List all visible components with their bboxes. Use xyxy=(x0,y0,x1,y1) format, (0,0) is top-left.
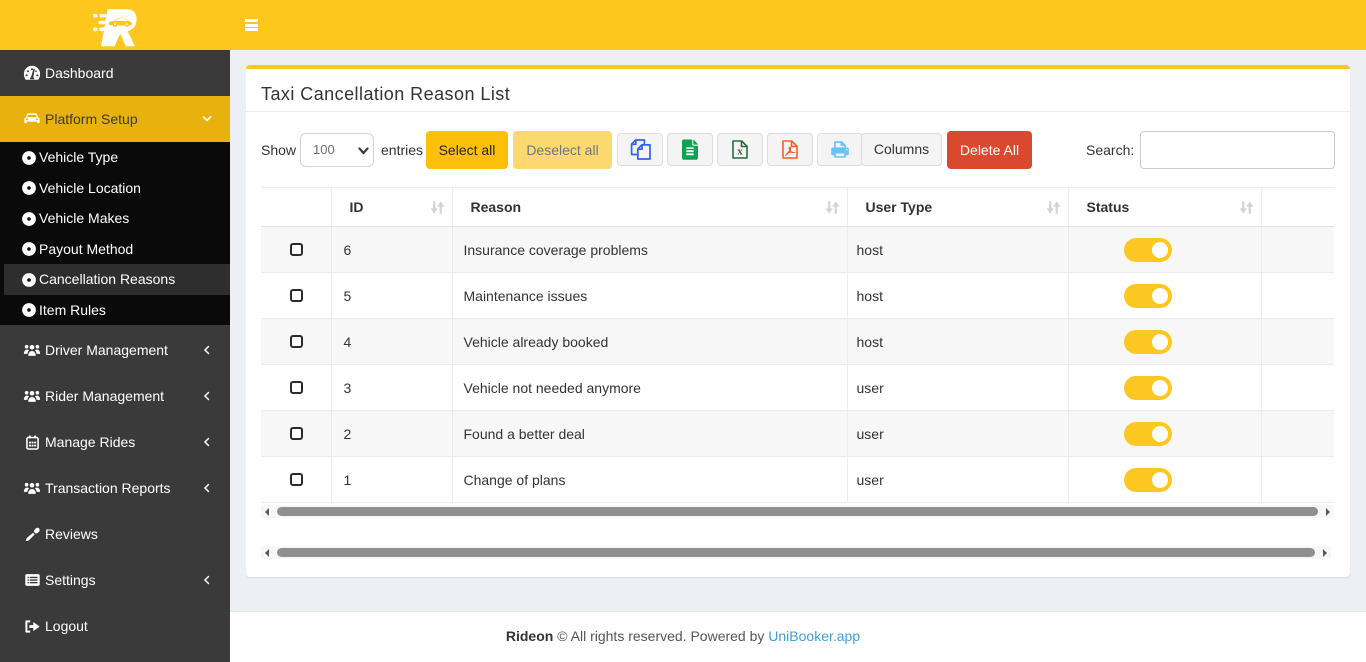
svg-text:x: x xyxy=(737,146,743,158)
